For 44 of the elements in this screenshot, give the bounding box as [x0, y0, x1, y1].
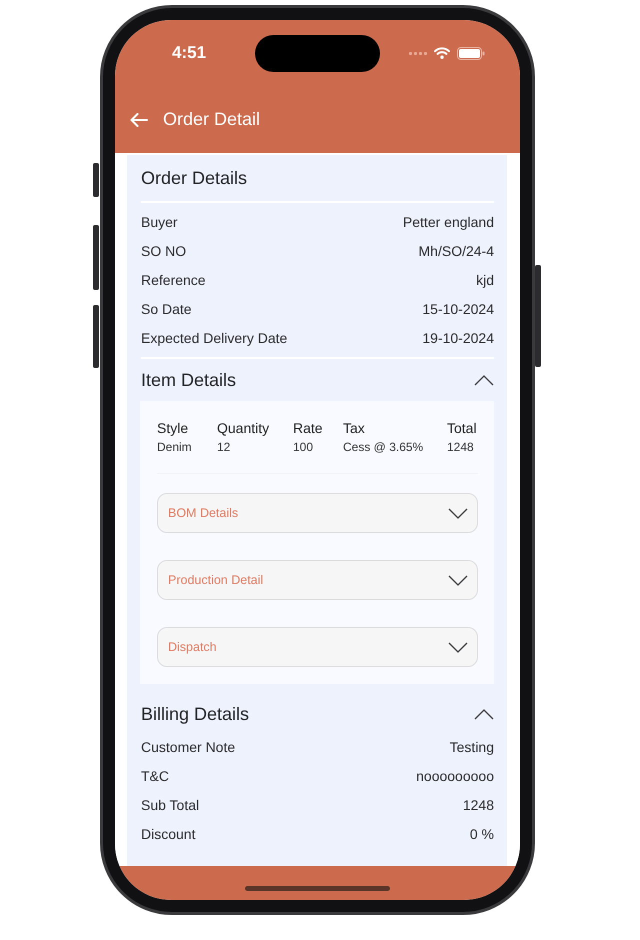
wifi-icon — [434, 47, 450, 59]
table-cell-text: 12 — [217, 439, 232, 455]
battery-icon — [457, 46, 485, 60]
field-value: 19-10-2024 — [422, 330, 494, 346]
screen-title: Order Detail — [163, 109, 260, 130]
accordion-header[interactable]: BOM Details — [157, 493, 478, 533]
field-label: SO NO — [141, 242, 186, 258]
table-cell-text: Denim — [157, 439, 193, 455]
field-label: Expected Delivery Date — [141, 330, 288, 346]
field-label: Reference — [141, 272, 206, 288]
field-label: T&C — [141, 768, 169, 784]
section-title: Billing Details — [141, 703, 250, 726]
field-value: 15-10-2024 — [422, 300, 494, 316]
field-label: Customer Note — [141, 738, 236, 754]
field-value: Petter england — [402, 214, 494, 230]
field-value: 0 % — [470, 826, 494, 842]
status-time: 4:51 — [172, 43, 206, 63]
phone-side-key — [93, 305, 99, 368]
column-header: Tax — [343, 419, 366, 437]
field-label: Discount — [141, 826, 196, 842]
phone-side-key — [93, 163, 99, 197]
accordion-header[interactable]: Dispatch — [157, 627, 478, 667]
table-cell-text: Cess @ 3.65% — [343, 439, 424, 455]
column-header: Total — [447, 419, 478, 437]
signal-icon — [409, 52, 427, 54]
column-header: Rate — [293, 419, 324, 437]
back-button[interactable] — [130, 112, 148, 126]
column-header: Style — [157, 419, 190, 437]
field-value: nooooooooo — [416, 768, 494, 784]
column-header: Quantity — [217, 419, 270, 437]
section-title: Order Details — [141, 167, 248, 190]
back-arrow-icon — [130, 112, 148, 126]
field-label: Sub Total — [141, 796, 200, 812]
field-label: So Date — [141, 300, 192, 316]
field-label: Buyer — [141, 214, 178, 230]
table-cell-text: 100 — [293, 439, 314, 455]
field-value: Testing — [450, 738, 494, 754]
field-value: kjd — [476, 272, 494, 288]
field-value: Mh/SO/24-4 — [418, 242, 494, 258]
section-title: Item Details — [141, 369, 236, 392]
accordion-header[interactable]: Production Detail — [157, 560, 478, 600]
table-cell-text: 1248 — [447, 439, 475, 455]
phone-side-key — [93, 225, 99, 290]
field-value: 1248 — [462, 796, 494, 812]
